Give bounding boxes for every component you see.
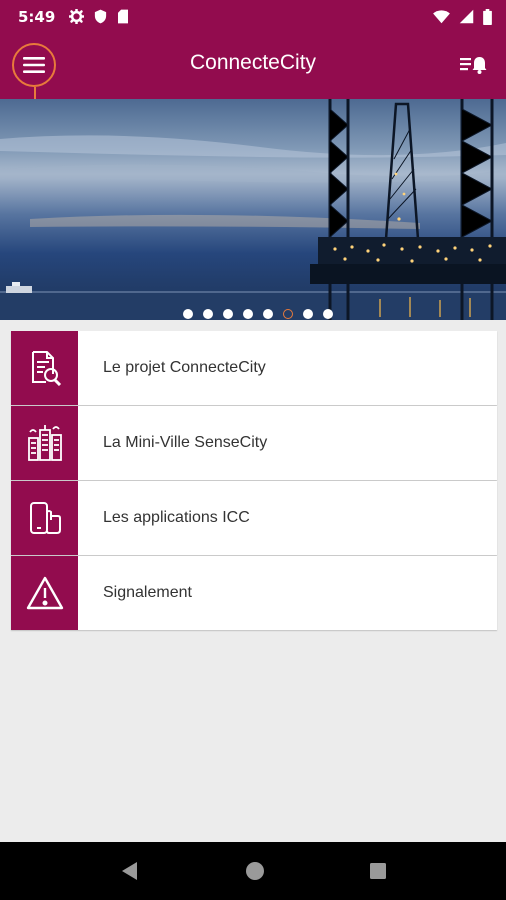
menu-item-icon-box: [11, 406, 78, 480]
carousel-dot[interactable]: [263, 309, 273, 319]
status-bar: 5:49: [0, 0, 506, 33]
app-bar: ConnecteCity: [0, 33, 506, 99]
gear-icon: [69, 9, 85, 24]
carousel-dot[interactable]: [183, 309, 193, 319]
back-icon[interactable]: [119, 860, 141, 882]
app-title: ConnecteCity: [189, 51, 317, 74]
banner-carousel[interactable]: [0, 99, 506, 320]
warning-triangle-icon: [26, 576, 63, 610]
menu-item-icon-box: [11, 331, 78, 405]
carousel-dot[interactable]: [323, 309, 333, 319]
document-search-icon: [31, 351, 61, 386]
carousel-dot[interactable]: [243, 309, 253, 319]
main-menu-list: Le projet ConnecteCity La Mini-Ville Sen…: [11, 331, 497, 631]
menu-item-icon-box: [11, 556, 78, 630]
status-time: 5:49: [18, 7, 56, 26]
home-icon[interactable]: [245, 861, 265, 881]
battery-icon: [483, 8, 492, 25]
city-buildings-icon: [27, 425, 62, 461]
carousel-dot[interactable]: [223, 309, 233, 319]
menu-item-signalement[interactable]: Signalement: [11, 556, 497, 630]
notification-list-icon: [460, 57, 487, 74]
menu-item-applications[interactable]: Les applications ICC: [11, 481, 497, 555]
sd-card-icon: [118, 9, 129, 24]
menu-item-projet[interactable]: Le projet ConnecteCity: [11, 331, 497, 405]
system-nav-bar: [0, 842, 506, 900]
signal-icon: [459, 9, 474, 24]
shield-icon: [95, 9, 107, 24]
menu-item-label: Les applications ICC: [103, 509, 250, 526]
menu-button-indicator: [34, 87, 36, 99]
menu-item-mini-ville[interactable]: La Mini-Ville SenseCity: [11, 406, 497, 480]
carousel-dot-active[interactable]: [283, 309, 293, 319]
offshore-rig-image: [0, 99, 506, 320]
menu-item-label: Signalement: [103, 584, 192, 601]
phone-hand-icon: [29, 502, 61, 534]
carousel-dot[interactable]: [203, 309, 213, 319]
wifi-icon: [433, 9, 450, 23]
carousel-dot[interactable]: [303, 309, 313, 319]
menu-item-label: Le projet ConnecteCity: [103, 359, 266, 376]
menu-item-icon-box: [11, 481, 78, 555]
carousel-indicators: [0, 309, 506, 319]
menu-item-label: La Mini-Ville SenseCity: [103, 434, 268, 451]
recents-icon[interactable]: [369, 862, 387, 880]
notifications-button[interactable]: [460, 53, 488, 77]
